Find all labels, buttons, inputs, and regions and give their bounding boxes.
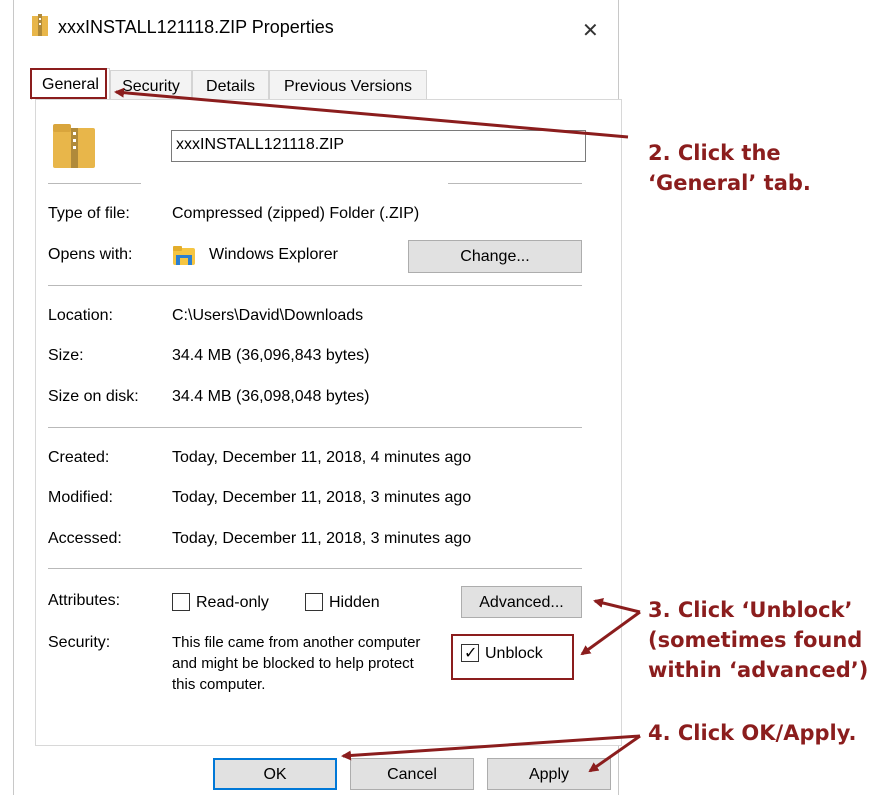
step2-line-1: 2. Click the	[648, 141, 781, 165]
step3-line-1: 3. Click ‘Unblock’	[648, 598, 853, 622]
arrow-to-unblock	[580, 610, 641, 656]
step4-text: 4. Click OK/Apply.	[648, 721, 857, 745]
arrow-to-ok	[341, 734, 641, 761]
step2-line-2: ‘General’ tab.	[648, 171, 811, 195]
step3-line-3: within ‘advanced’)	[648, 658, 869, 682]
step3-line-2: (sometimes found	[648, 628, 863, 652]
arrow-to-advanced	[593, 598, 641, 614]
arrow-to-general-tab	[114, 87, 629, 139]
arrow-to-apply	[588, 734, 641, 773]
